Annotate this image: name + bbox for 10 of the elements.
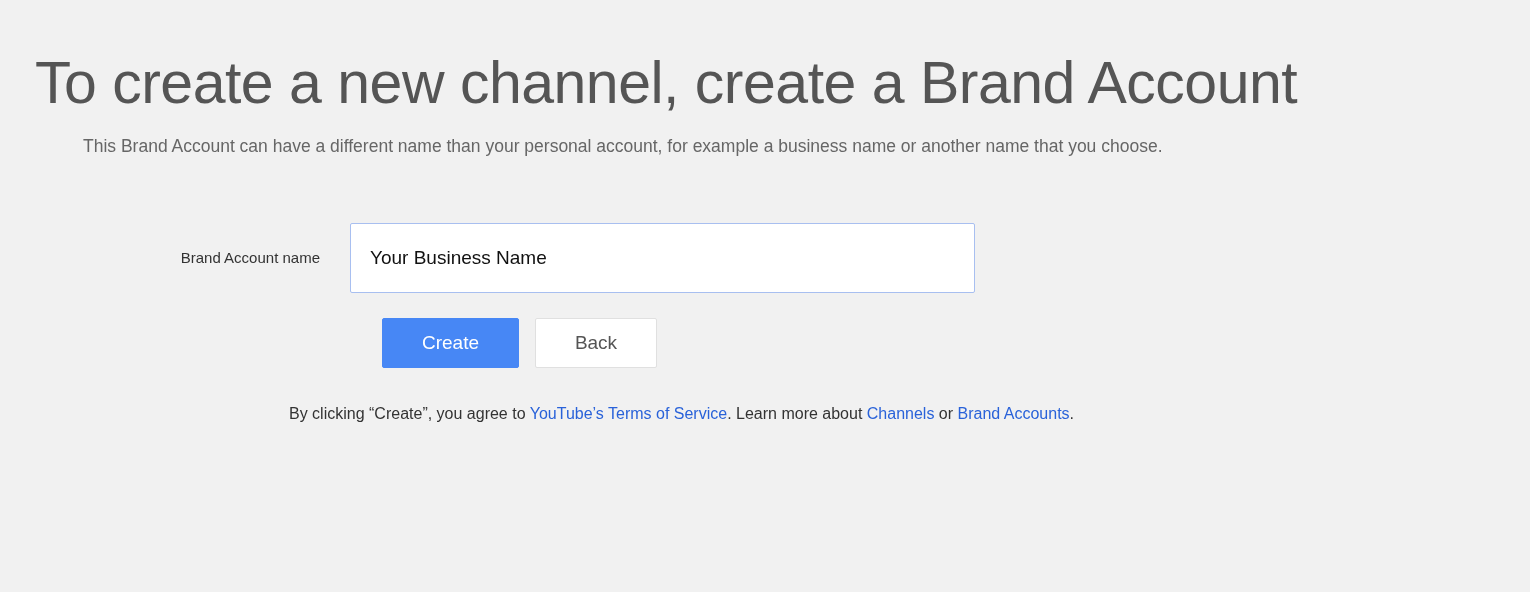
field-label: Brand Account name xyxy=(179,247,321,268)
back-button[interactable]: Back xyxy=(535,318,657,369)
create-button[interactable]: Create xyxy=(382,318,519,369)
text-link[interactable]: YouTube’s Terms of Service xyxy=(529,405,728,423)
text-link[interactable]: Brand Accounts xyxy=(957,405,1070,423)
text-link[interactable]: Channels xyxy=(866,405,935,423)
brand-name-input[interactable]: Your Business Name xyxy=(350,223,975,294)
page-heading: To create a new channel, create a Brand Account xyxy=(35,49,1299,118)
terms-note: By clicking “Create”, you agree to YouTube’s Terms of Service. Learn more about Channels or Brand Accounts. xyxy=(289,404,1076,425)
description-text: This Brand Account can have a different name than your personal account, for example a business name or another name that you choose. xyxy=(83,134,1164,158)
